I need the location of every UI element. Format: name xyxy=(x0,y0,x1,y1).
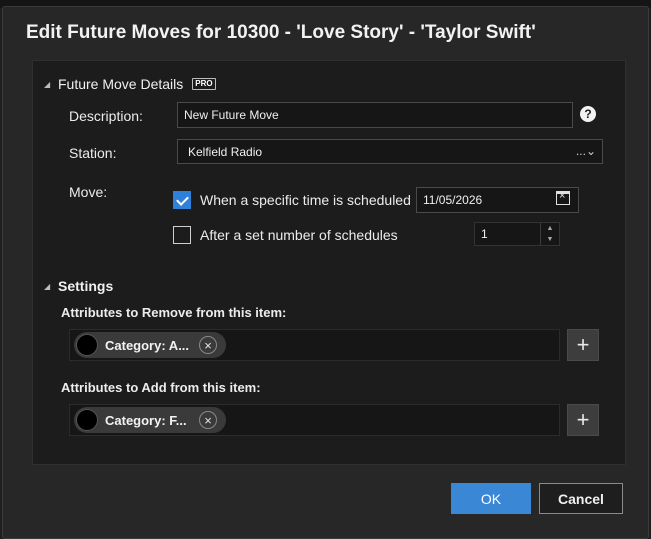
description-input[interactable]: New Future Move xyxy=(177,102,573,128)
triangle-down-icon: ◢ xyxy=(44,281,51,291)
close-icon[interactable]: × xyxy=(199,336,217,354)
stepper-arrows[interactable]: ▲ ▼ xyxy=(540,223,559,245)
station-value: Kelfield Radio xyxy=(188,144,263,159)
future-move-details-header[interactable]: ◢ Future Move Details PRO xyxy=(44,76,216,92)
plus-icon: + xyxy=(576,332,590,357)
settings-heading: Settings xyxy=(58,278,114,294)
help-icon[interactable]: ? xyxy=(580,106,596,122)
color-swatch xyxy=(76,409,98,431)
future-move-details-heading: Future Move Details xyxy=(58,76,184,92)
ok-button[interactable]: OK xyxy=(451,483,531,514)
remove-attributes-list[interactable]: Category: A... × xyxy=(69,329,560,361)
close-icon[interactable]: × xyxy=(199,411,217,429)
station-select[interactable]: Kelfield Radio ...⌄ xyxy=(177,139,603,164)
add-add-attribute-button[interactable]: + xyxy=(567,404,599,436)
move-label: Move: xyxy=(69,184,108,200)
triangle-down-icon: ◢ xyxy=(44,79,51,89)
schedule-count-value: 1 xyxy=(481,227,488,241)
schedule-count-stepper[interactable]: 1 ▲ ▼ xyxy=(474,222,560,246)
chip-label: Category: A... xyxy=(105,337,190,353)
station-label: Station: xyxy=(69,145,117,161)
add-attributes-label: Attributes to Add from this item: xyxy=(61,380,261,395)
chip-label: Category: F... xyxy=(105,412,187,428)
chevron-down-icon[interactable]: ▼ xyxy=(541,234,559,245)
set-number-label: After a set number of schedules xyxy=(200,227,398,243)
add-remove-attribute-button[interactable]: + xyxy=(567,329,599,361)
specific-time-checkbox[interactable] xyxy=(173,191,191,209)
settings-header[interactable]: ◢ Settings xyxy=(44,278,113,294)
color-swatch xyxy=(76,334,98,356)
chevron-down-icon: ...⌄ xyxy=(575,144,596,158)
calendar-icon[interactable] xyxy=(556,190,570,205)
attribute-chip[interactable]: Category: F... × xyxy=(74,407,226,433)
plus-icon: + xyxy=(576,407,590,432)
chevron-up-icon[interactable]: ▲ xyxy=(541,223,559,234)
dialog-title: Edit Future Moves for 10300 - 'Love Stor… xyxy=(26,22,536,43)
date-picker-input[interactable]: 11/05/2026 xyxy=(416,187,579,213)
date-value: 11/05/2026 xyxy=(423,193,483,207)
remove-attributes-label: Attributes to Remove from this item: xyxy=(61,305,287,320)
specific-time-label: When a specific time is scheduled xyxy=(200,192,411,208)
set-number-checkbox[interactable] xyxy=(173,226,191,244)
description-label: Description: xyxy=(69,108,143,124)
pro-badge: PRO xyxy=(192,78,216,90)
attribute-chip[interactable]: Category: A... × xyxy=(74,332,226,358)
cancel-button[interactable]: Cancel xyxy=(539,483,623,514)
add-attributes-list[interactable]: Category: F... × xyxy=(69,404,560,436)
